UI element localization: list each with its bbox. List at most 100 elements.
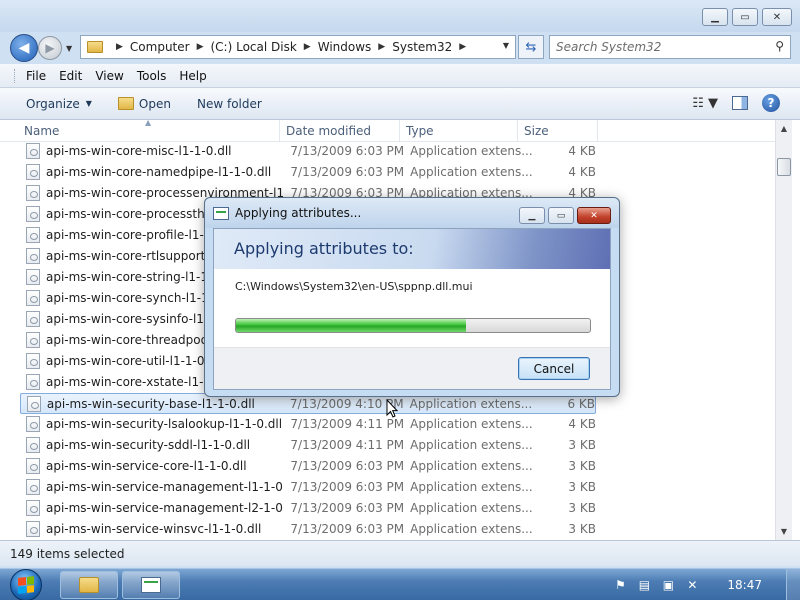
file-size: 4 KB: [568, 165, 596, 179]
progress-dialog-icon: [213, 206, 229, 220]
chevron-right-icon[interactable]: ▶: [304, 42, 311, 52]
new-folder-button[interactable]: New folder: [197, 97, 262, 111]
dialog-heading: Applying attributes to:: [234, 239, 414, 258]
new-folder-label: New folder: [196, 96, 262, 111]
file-name: api-ms-win-core-namedpipe-l1-1-0.dll: [45, 165, 272, 179]
dll-file-icon: [26, 248, 40, 264]
dialog-title-bar[interactable]: Applying attributes... ▁ ▭ ✕: [205, 198, 619, 228]
scroll-down-icon[interactable]: ▼: [776, 523, 792, 540]
table-row[interactable]: api-ms-win-service-winsvc-l1-1-0.dll 7/13…: [20, 519, 596, 540]
file-size: 3 KB: [568, 438, 596, 452]
address-bar[interactable]: ▶ Computer ▶ (C:) Local Disk ▶ Windows ▶…: [80, 35, 516, 59]
arrow-right-icon: ▶: [45, 41, 55, 55]
volume-muted-icon[interactable]: ✕: [683, 576, 701, 594]
command-bar-right: ☷ ▼ ?: [692, 94, 780, 112]
change-view-icon[interactable]: ☷ ▼: [692, 96, 718, 111]
chevron-right-icon[interactable]: ▶: [116, 42, 123, 52]
dll-file-icon: [26, 269, 40, 285]
chevron-right-icon[interactable]: ▶: [459, 42, 466, 52]
preview-pane-icon[interactable]: [732, 96, 748, 110]
breadcrumb-local-disk[interactable]: (C:) Local Disk: [211, 40, 297, 54]
file-date: 7/13/2009 6:03 PM: [290, 144, 405, 158]
taskbar-explorer-button[interactable]: [60, 571, 118, 599]
file-size: 3 KB: [568, 480, 596, 494]
breadcrumb-system32[interactable]: System32: [392, 40, 452, 54]
file-type: Application extens...: [410, 480, 533, 494]
table-row[interactable]: api-ms-win-core-misc-l1-1-0.dll 7/13/2009…: [20, 141, 596, 162]
cancel-button[interactable]: Cancel: [518, 357, 590, 380]
arrow-left-icon: ◀: [18, 40, 30, 56]
vertical-scrollbar[interactable]: ▲ ▼: [775, 120, 792, 540]
column-size[interactable]: Size: [518, 119, 598, 142]
table-row[interactable]: api-ms-win-service-management-l1-1-0....…: [20, 477, 596, 498]
table-row[interactable]: api-ms-win-core-namedpipe-l1-1-0.dll 7/13…: [20, 162, 596, 183]
file-name: api-ms-win-service-core-l1-1-0.dll: [45, 459, 247, 473]
refresh-button[interactable]: ⇆: [518, 35, 544, 59]
close-button[interactable]: ✕: [762, 8, 792, 26]
show-desktop-button[interactable]: [786, 569, 800, 600]
scroll-thumb[interactable]: [777, 158, 791, 176]
dialog-close-button[interactable]: ✕: [577, 207, 611, 224]
file-name: api-ms-win-security-lsalookup-l1-1-0.dll: [45, 417, 283, 431]
file-date: 7/13/2009 6:03 PM: [290, 522, 405, 536]
dll-file-icon: [26, 353, 40, 369]
open-label: Open: [138, 96, 171, 111]
menu-view[interactable]: View: [95, 69, 123, 83]
search-icon[interactable]: ⚲: [775, 39, 784, 53]
current-file-path: C:\Windows\System32\en-US\sppnp.dll.mui: [235, 280, 473, 293]
start-button[interactable]: [6, 569, 46, 600]
open-folder-icon: [117, 97, 134, 110]
file-date: 7/13/2009 6:03 PM: [290, 480, 405, 494]
dialog-maximize-button[interactable]: ▭: [548, 207, 574, 224]
file-name: api-ms-win-core-misc-l1-1-0.dll: [45, 144, 232, 158]
address-dropdown-icon[interactable]: ▼: [503, 41, 509, 50]
taskbar-dialog-button[interactable]: [122, 571, 180, 599]
help-icon[interactable]: ?: [762, 94, 780, 112]
table-row[interactable]: api-ms-win-security-sddl-l1-1-0.dll 7/13/…: [20, 435, 596, 456]
refresh-icon: ⇆: [525, 39, 537, 55]
dll-file-icon: [26, 143, 40, 159]
breadcrumb-computer[interactable]: Computer: [130, 40, 190, 54]
document-icon[interactable]: ▤: [635, 576, 653, 594]
table-row[interactable]: api-ms-win-security-lsalookup-l1-1-0.dll…: [20, 414, 596, 435]
dll-file-icon: [26, 437, 40, 453]
dll-file-icon: [26, 521, 40, 537]
minimize-button[interactable]: ▁: [702, 8, 728, 26]
recent-pages-dropdown[interactable]: ▼: [66, 44, 76, 53]
menu-bar: File Edit View Tools Help: [0, 64, 800, 88]
column-date-modified[interactable]: Date modified: [280, 119, 400, 142]
network-icon[interactable]: ▣: [659, 576, 677, 594]
organize-button[interactable]: Organize ▼: [26, 97, 92, 111]
scroll-up-icon[interactable]: ▲: [776, 120, 792, 137]
sort-ascending-icon: ▲: [145, 117, 152, 127]
breadcrumb-windows[interactable]: Windows: [318, 40, 372, 54]
search-input[interactable]: [550, 36, 760, 58]
dialog-minimize-button[interactable]: ▁: [519, 207, 545, 224]
chevron-right-icon[interactable]: ▶: [378, 42, 385, 52]
menu-tools[interactable]: Tools: [137, 69, 167, 83]
table-row[interactable]: api-ms-win-service-management-l2-1-0....…: [20, 498, 596, 519]
back-button[interactable]: ◀: [10, 34, 38, 62]
dialog-body: Applying attributes to: C:\Windows\Syste…: [213, 228, 611, 390]
open-button[interactable]: Open: [117, 96, 171, 111]
dll-file-icon: [26, 227, 40, 243]
progress-dialog-icon: [141, 577, 161, 593]
clock[interactable]: 18:47: [727, 578, 762, 592]
menu-file[interactable]: File: [26, 69, 46, 83]
table-row[interactable]: api-ms-win-service-core-l1-1-0.dll 7/13/2…: [20, 456, 596, 477]
maximize-button[interactable]: ▭: [732, 8, 758, 26]
action-center-icon[interactable]: ⚑: [611, 576, 629, 594]
file-date: 7/13/2009 4:11 PM: [290, 417, 405, 431]
minimize-icon: ▁: [528, 210, 536, 221]
chevron-right-icon[interactable]: ▶: [197, 42, 204, 52]
menu-edit[interactable]: Edit: [59, 69, 82, 83]
dll-file-icon: [26, 458, 40, 474]
column-type[interactable]: Type: [400, 119, 518, 142]
column-name[interactable]: ▲ Name: [0, 118, 280, 142]
file-type: Application extens...: [410, 165, 533, 179]
forward-button[interactable]: ▶: [38, 36, 62, 60]
dll-file-icon: [26, 206, 40, 222]
title-bar[interactable]: ▁ ▭ ✕: [0, 0, 800, 32]
dll-file-icon: [26, 311, 40, 327]
menu-help[interactable]: Help: [179, 69, 206, 83]
